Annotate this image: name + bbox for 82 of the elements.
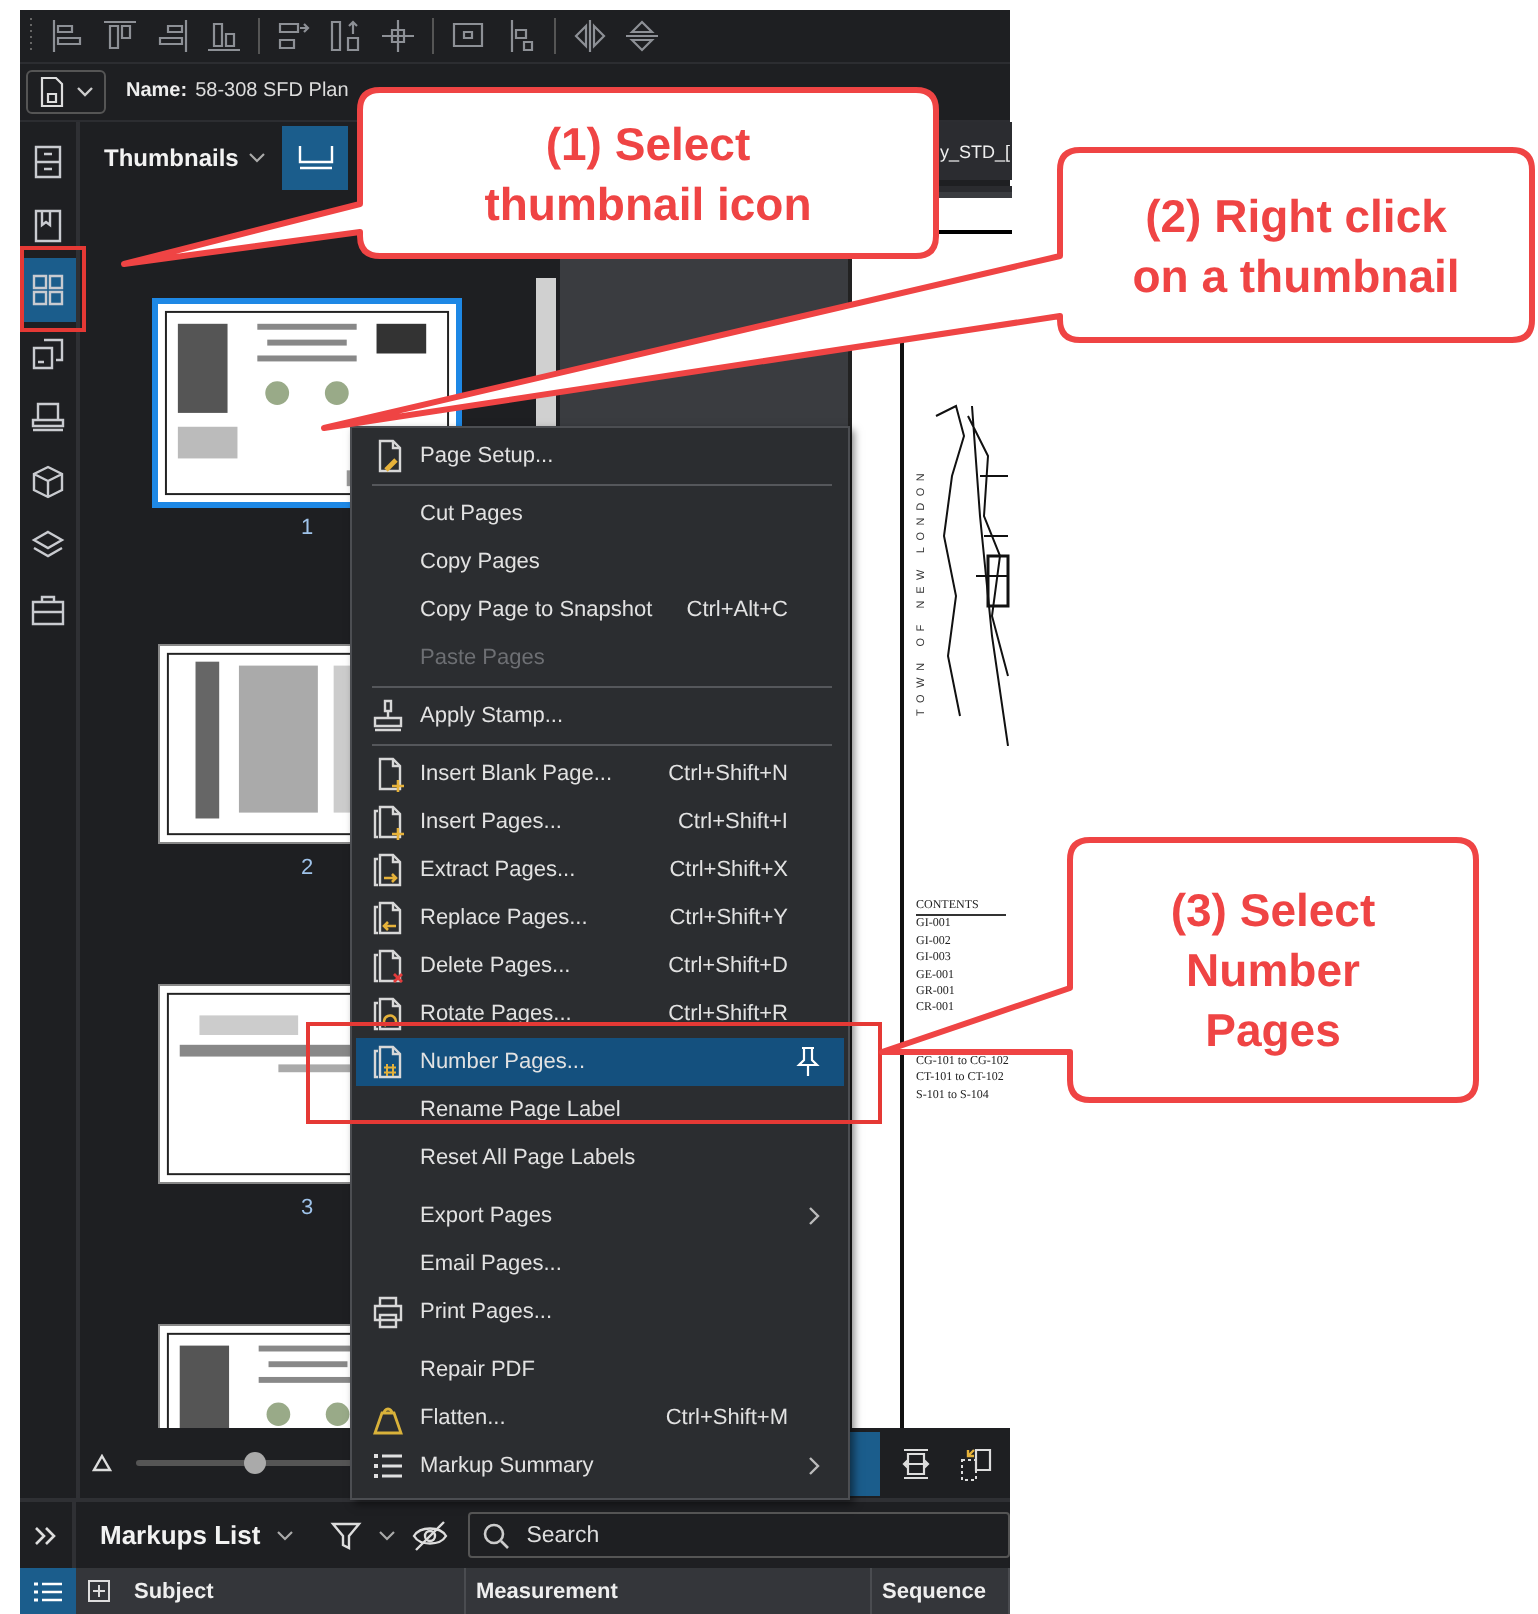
page-number: 1 (300, 516, 314, 541)
stamp-icon (372, 698, 404, 734)
column-header[interactable]: Sequence (882, 1579, 986, 1603)
shortcut-label: Ctrl+Shift+R (668, 1002, 788, 1026)
menu-item[interactable]: Copy Page to Snapshot Ctrl+Alt+C (356, 586, 844, 634)
chevron-down-icon[interactable] (276, 1529, 295, 1542)
align-top-icon[interactable] (102, 17, 138, 54)
shortcut-label: Ctrl+Shift+X (669, 858, 788, 882)
menu-item[interactable]: Flatten... Ctrl+Shift+M (356, 1394, 844, 1442)
menu-item[interactable]: Export Pages (356, 1192, 844, 1240)
file-name: 58-308 SFD Plan (195, 80, 349, 103)
pages-hash-icon (372, 1044, 404, 1080)
search-icon (482, 1521, 511, 1550)
list-icon (372, 1448, 404, 1484)
menu-item[interactable]: Email Pages... (356, 1240, 844, 1288)
align-right-icon[interactable] (154, 17, 190, 54)
pages-arrow-icon (372, 900, 404, 936)
shortcut-label: Ctrl+Alt+C (686, 598, 788, 622)
search-field[interactable]: Search (468, 1512, 1010, 1559)
shortcut-label: Ctrl+Shift+Y (669, 906, 788, 930)
menu-item[interactable]: Replace Pages... Ctrl+Shift+Y (356, 894, 844, 942)
shortcut-label: Ctrl+Shift+N (668, 762, 788, 786)
list-icon[interactable] (20, 1568, 76, 1614)
chevron-down-icon (76, 85, 94, 98)
highlight-frame (20, 246, 86, 332)
pages-plus-icon (372, 804, 404, 840)
menu-item[interactable]: Number Pages... (356, 1038, 844, 1086)
grid-icon[interactable] (20, 258, 76, 323)
chevron-right-icon (808, 1456, 820, 1476)
menu-item[interactable]: Copy Pages (356, 538, 844, 586)
menu-item[interactable]: Insert Pages... Ctrl+Shift+I (356, 798, 844, 846)
menu-item[interactable]: Rotate Pages... Ctrl+Shift+R (356, 990, 844, 1038)
menu-item[interactable]: Reset All Page Labels (356, 1134, 844, 1182)
callout-text: (2) Right click on a thumbnail (1132, 187, 1460, 305)
shortcut-label: Ctrl+Shift+M (665, 1406, 788, 1430)
pages-arrow-icon (372, 852, 404, 888)
file-dropdown[interactable] (26, 69, 106, 114)
menu-item[interactable]: Cut Pages (356, 490, 844, 538)
menu-item[interactable]: Markup Summary (356, 1442, 844, 1490)
menu-item[interactable]: Insert Blank Page... Ctrl+Shift+N (356, 750, 844, 798)
expand-all-icon[interactable] (88, 1580, 110, 1602)
flip-icon[interactable] (572, 17, 608, 54)
align-left-icon[interactable] (50, 17, 86, 54)
chevron-down-icon[interactable] (378, 1529, 397, 1542)
pin-icon[interactable] (796, 1046, 820, 1078)
printer-icon (372, 1294, 404, 1330)
column-header[interactable]: Measurement (476, 1579, 618, 1603)
triangle-icon[interactable] (92, 1454, 112, 1473)
move-icon[interactable] (380, 17, 416, 54)
eye-slash-icon[interactable] (412, 1519, 449, 1552)
shortcut-label: Ctrl+Shift+I (677, 810, 788, 834)
menu-item[interactable]: Apply Stamp... (356, 692, 844, 740)
chevron-down-icon[interactable] (248, 151, 267, 164)
chevron-right-icon (808, 1206, 820, 1226)
page-number: 2 (300, 856, 314, 881)
distribute-icon[interactable] (328, 17, 364, 54)
align-bottom-icon[interactable] (206, 17, 242, 54)
callout-text: (3) Select Number Pages (1170, 882, 1376, 1060)
pages-x-icon (372, 948, 404, 984)
menu-item[interactable]: Extract Pages... Ctrl+Shift+X (356, 846, 844, 894)
menu-item[interactable]: Rename Page Label (356, 1086, 844, 1134)
name-label: Name: (126, 80, 188, 103)
filter-icon[interactable] (330, 1519, 363, 1552)
thumbnail-size-icon (295, 141, 336, 174)
page-number: 3 (300, 1196, 314, 1221)
pages-rotate-icon (372, 996, 404, 1032)
flip-icon[interactable] (624, 17, 660, 54)
menu-item[interactable]: Repair PDF (356, 1346, 844, 1394)
panel-title[interactable]: Markups List (100, 1520, 261, 1551)
distribute-icon[interactable] (276, 17, 312, 54)
shortcut-label: Ctrl+Shift+D (668, 954, 788, 978)
panel-title[interactable]: Thumbnails (104, 143, 239, 172)
callout-text: (1) Select thumbnail icon (484, 115, 812, 233)
menu-item[interactable]: Delete Pages... Ctrl+Shift+D (356, 942, 844, 990)
document-tab[interactable]: y_STD_[ (937, 122, 1012, 181)
menu-item[interactable]: Print Pages... (356, 1288, 844, 1336)
search-input[interactable]: Search (522, 1521, 931, 1550)
column-header[interactable]: Subject (134, 1579, 214, 1603)
thumbnail-size-button[interactable] (282, 125, 349, 190)
slider-thumb[interactable] (244, 1452, 267, 1475)
menu-item[interactable]: Page Setup... (356, 432, 844, 480)
page-icon (38, 75, 66, 108)
